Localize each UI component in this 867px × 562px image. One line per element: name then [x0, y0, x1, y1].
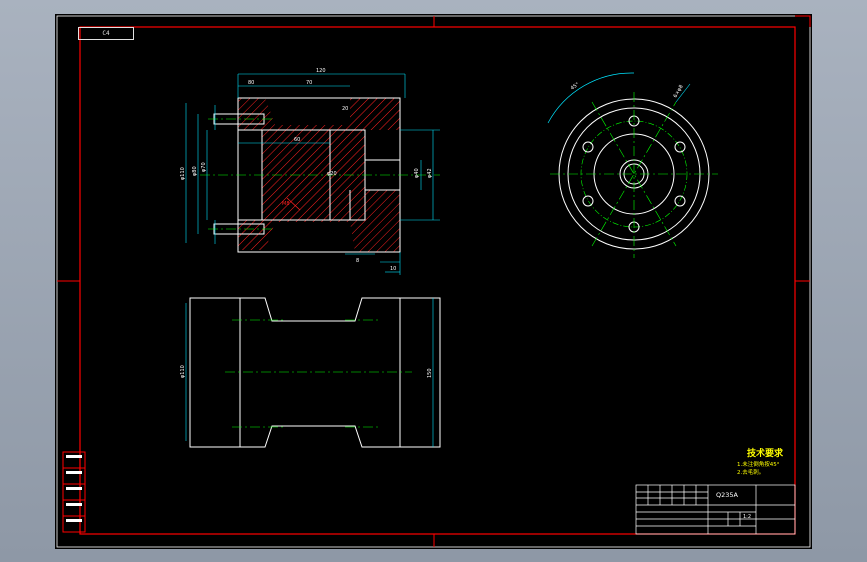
svg-text:80: 80 [248, 80, 254, 86]
sheet-size-tag: C4 [78, 27, 134, 40]
svg-text:10: 10 [390, 266, 396, 272]
svg-text:45°: 45° [570, 81, 581, 91]
svg-text:φ70: φ70 [201, 162, 207, 172]
section-view [185, 73, 440, 275]
svg-text:φ42: φ42 [427, 168, 433, 178]
svg-text:φ20: φ20 [327, 171, 337, 177]
svg-text:6×φ8: 6×φ8 [673, 84, 685, 99]
end-view: 45° 6×φ8 [547, 72, 718, 258]
border-ticks [57, 15, 811, 547]
svg-text:φ80: φ80 [192, 166, 198, 176]
cad-drawing: 120 80 70 60 20 M8 φ110 φ80 φ70 φ20 φ42 … [56, 15, 811, 548]
material-label: Q235A [716, 491, 738, 499]
side-legend [62, 451, 86, 533]
svg-text:φ110: φ110 [180, 365, 186, 378]
tech-req-title: 技术要求 [747, 449, 784, 459]
cad-viewport[interactable]: 120 80 70 60 20 M8 φ110 φ80 φ70 φ20 φ42 … [0, 0, 867, 562]
svg-text:150: 150 [427, 368, 433, 378]
svg-text:60: 60 [294, 137, 300, 143]
scale-value: 1:2 [743, 514, 752, 520]
svg-text:φ40: φ40 [414, 168, 420, 178]
tech-req-line-1: 1.未注倒角按45° [737, 462, 780, 468]
svg-text:M8: M8 [282, 201, 290, 207]
svg-text:8: 8 [356, 258, 359, 264]
drawing-border [79, 26, 796, 535]
front-view: φ110 150 [180, 297, 441, 448]
tech-req-line-2: 2.去毛刺。 [737, 470, 765, 476]
svg-text:120: 120 [316, 68, 326, 74]
svg-text:φ110: φ110 [180, 167, 186, 180]
sheet-frame [56, 15, 811, 548]
svg-text:20: 20 [342, 106, 348, 112]
svg-text:70: 70 [306, 80, 312, 86]
